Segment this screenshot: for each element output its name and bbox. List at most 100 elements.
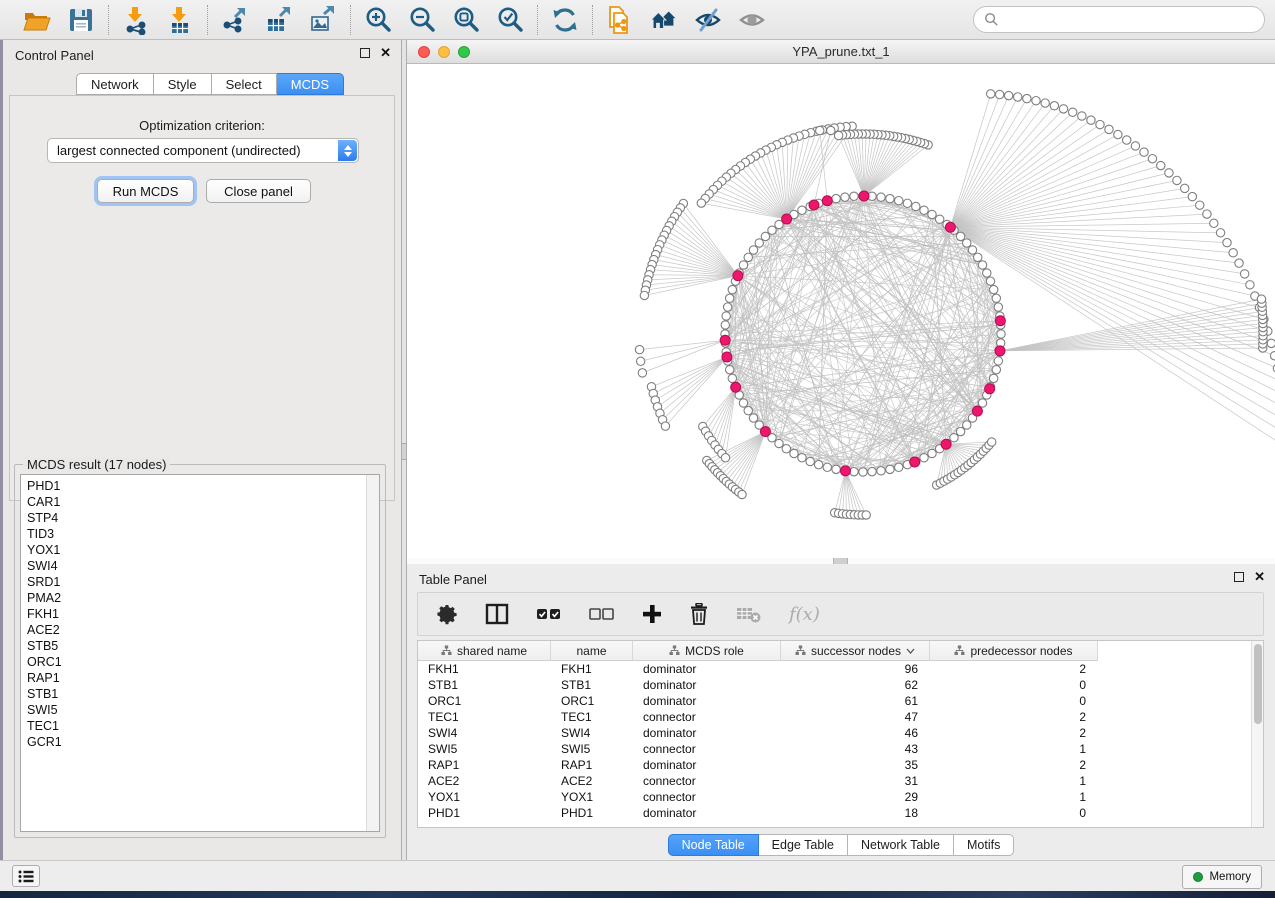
- network-node[interactable]: [997, 330, 1005, 338]
- import-table-icon[interactable]: [164, 4, 196, 36]
- network-node[interactable]: [950, 434, 958, 442]
- mcds-result-item[interactable]: STB1: [27, 686, 363, 702]
- column-header-MCDS-role[interactable]: MCDS role: [633, 641, 781, 661]
- network-node[interactable]: [963, 239, 971, 247]
- tab-style[interactable]: Style: [154, 73, 212, 95]
- mcds-network-node[interactable]: [972, 406, 982, 416]
- network-node[interactable]: [1216, 229, 1224, 237]
- network-node[interactable]: [877, 467, 885, 475]
- add-column-icon[interactable]: [642, 601, 662, 627]
- network-node[interactable]: [832, 465, 840, 473]
- network-node[interactable]: [723, 303, 731, 311]
- show-columns-icon[interactable]: [485, 601, 509, 627]
- network-node[interactable]: [749, 414, 757, 422]
- export-network-icon[interactable]: [219, 4, 251, 36]
- network-node[interactable]: [1087, 116, 1095, 124]
- network-node[interactable]: [903, 199, 911, 207]
- network-node[interactable]: [987, 438, 995, 446]
- network-node[interactable]: [1114, 130, 1122, 138]
- network-node[interactable]: [798, 206, 806, 214]
- network-node[interactable]: [886, 194, 894, 202]
- network-node[interactable]: [992, 366, 1000, 374]
- zoom-fit-icon[interactable]: [450, 4, 482, 36]
- mcds-result-item[interactable]: GCR1: [27, 734, 363, 750]
- splitter-grip[interactable]: [402, 443, 406, 460]
- network-node[interactable]: [1059, 105, 1067, 113]
- result-list-scrollbar[interactable]: [366, 475, 379, 831]
- table-row[interactable]: SWI5SWI5connector431: [418, 741, 1251, 757]
- network-node[interactable]: [912, 202, 920, 210]
- network-node[interactable]: [814, 460, 822, 468]
- network-node[interactable]: [721, 321, 729, 329]
- network-node[interactable]: [638, 369, 646, 377]
- mcds-network-node[interactable]: [945, 222, 955, 232]
- mcds-network-node[interactable]: [910, 457, 920, 467]
- network-node[interactable]: [1203, 210, 1211, 218]
- zoom-out-icon[interactable]: [406, 4, 438, 36]
- network-node[interactable]: [994, 303, 1002, 311]
- column-header-predecessor-nodes[interactable]: predecessor nodes: [930, 641, 1098, 661]
- table-row[interactable]: ORC1ORC1dominator610: [418, 693, 1251, 709]
- network-node[interactable]: [868, 468, 876, 476]
- optimization-criterion-select[interactable]: largest connected component (undirected): [47, 138, 359, 163]
- mcds-network-node[interactable]: [941, 439, 951, 449]
- mcds-result-item[interactable]: YOX1: [27, 542, 363, 558]
- hide-selected-icon[interactable]: [692, 4, 724, 36]
- network-node[interactable]: [1078, 112, 1086, 120]
- network-node[interactable]: [823, 463, 831, 471]
- network-node[interactable]: [989, 285, 997, 293]
- network-node[interactable]: [1240, 270, 1248, 278]
- network-node[interactable]: [841, 193, 849, 201]
- close-panel-icon[interactable]: ✕: [1254, 572, 1265, 582]
- memory-button[interactable]: Memory: [1182, 865, 1262, 889]
- mcds-result-item[interactable]: PHD1: [27, 478, 363, 494]
- tab-network-table[interactable]: Network Table: [848, 834, 954, 856]
- network-node[interactable]: [963, 421, 971, 429]
- network-node[interactable]: [1229, 249, 1237, 257]
- table-scrollbar-thumb[interactable]: [1254, 644, 1262, 724]
- deselect-all-rows-icon[interactable]: [589, 601, 615, 627]
- network-node[interactable]: [636, 357, 644, 365]
- network-node[interactable]: [1131, 142, 1139, 150]
- network-node[interactable]: [978, 399, 986, 407]
- network-node[interactable]: [721, 454, 729, 462]
- network-node[interactable]: [862, 511, 870, 519]
- network-node[interactable]: [775, 439, 783, 447]
- mcds-network-node[interactable]: [782, 214, 792, 224]
- network-node[interactable]: [744, 406, 752, 414]
- network-node[interactable]: [983, 269, 991, 277]
- mcds-network-node[interactable]: [760, 427, 770, 437]
- network-node[interactable]: [1140, 148, 1148, 156]
- network-node[interactable]: [850, 468, 858, 476]
- import-network-icon[interactable]: [120, 4, 152, 36]
- network-node[interactable]: [749, 246, 757, 254]
- network-canvas[interactable]: [407, 64, 1275, 558]
- network-node[interactable]: [956, 232, 964, 240]
- table-settings-gear-icon[interactable]: [436, 601, 458, 627]
- column-header-name[interactable]: name: [551, 641, 633, 661]
- mcds-network-node[interactable]: [731, 382, 741, 392]
- float-panel-icon[interactable]: [1234, 572, 1244, 582]
- export-image-icon[interactable]: [307, 4, 339, 36]
- network-node[interactable]: [859, 468, 867, 476]
- open-file-icon[interactable]: [21, 4, 53, 36]
- search-input[interactable]: [1005, 11, 1254, 28]
- network-node[interactable]: [768, 226, 776, 234]
- network-node[interactable]: [635, 345, 643, 353]
- save-session-icon[interactable]: [65, 4, 97, 36]
- close-panel-icon[interactable]: ✕: [380, 48, 391, 58]
- tab-edge-table[interactable]: Edge Table: [759, 834, 848, 856]
- network-node[interactable]: [978, 261, 986, 269]
- network-node[interactable]: [761, 232, 769, 240]
- network-node[interactable]: [1105, 125, 1113, 133]
- table-row[interactable]: SWI4SWI4dominator462: [418, 725, 1251, 741]
- network-node[interactable]: [992, 294, 1000, 302]
- mcds-network-node[interactable]: [809, 200, 819, 210]
- network-node[interactable]: [850, 192, 858, 200]
- network-from-file-icon[interactable]: [604, 4, 636, 36]
- network-node[interactable]: [995, 90, 1003, 98]
- network-node[interactable]: [886, 465, 894, 473]
- mcds-result-item[interactable]: STB5: [27, 638, 363, 654]
- mcds-network-node[interactable]: [822, 196, 832, 206]
- table-scrollbar[interactable]: [1251, 641, 1263, 827]
